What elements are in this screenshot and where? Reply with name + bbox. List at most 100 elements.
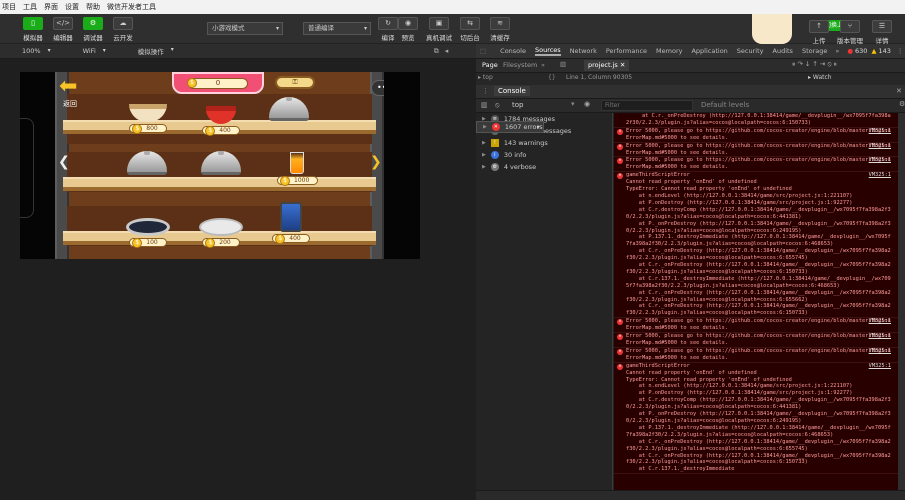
console-filter-bar: ▥ ⦸ top ▾ ◉ Filter Default levels ⚙	[476, 99, 905, 113]
console-log[interactable]: at C.r._onPreDestroy (http://127.0.0.1:3…	[614, 113, 905, 490]
simulate-op-select[interactable]: 模拟操作	[138, 46, 176, 56]
version-button[interactable]: ⑂ 版本管理	[835, 20, 865, 45]
compile-select[interactable]: 普通编译	[303, 22, 371, 35]
log-entry[interactable]: ✕ VM325:1 Error 5000, please go to https:/…	[614, 348, 905, 363]
preview-button[interactable]: ◉ 预览	[393, 17, 423, 42]
sidebar-errors[interactable]: ▶ ✕ 1607 errors	[476, 121, 544, 133]
log-source-link[interactable]: VM325:1	[869, 143, 891, 150]
details-button[interactable]: ☰ 详情	[867, 20, 897, 45]
editor-button[interactable]: </> 编辑器	[48, 17, 78, 42]
tab-console[interactable]: Console	[500, 47, 526, 55]
back-arrow-icon[interactable]: ⬅	[59, 76, 89, 98]
kebab-icon[interactable]: ⋮	[897, 47, 904, 55]
price-value: 800	[146, 125, 158, 132]
menu-tools[interactable]: 工具	[23, 2, 37, 12]
game-canvas[interactable]: ⬅ 返回 $0 ⚿ ••• ◎ ❮ ❯ $800 $400 $1000 $100…	[55, 72, 384, 259]
menu-project[interactable]: 项目	[2, 2, 16, 12]
tab-network[interactable]: Network	[570, 47, 597, 55]
tab-performance[interactable]: Performance	[606, 47, 647, 55]
sidebar-warnings[interactable]: ▶! 143 warnings	[476, 137, 612, 149]
more-icon[interactable]: •••	[377, 83, 384, 92]
avatar[interactable]	[752, 14, 792, 44]
log-source-link[interactable]: VM325:1	[869, 128, 891, 135]
zoom-select[interactable]: 100%	[22, 47, 53, 55]
shop-item-soup[interactable]: $800	[126, 104, 170, 134]
log-entry[interactable]: ✕ VM325:1 Error 5000, please go to https:/…	[614, 128, 905, 143]
clear-console-icon[interactable]: ⦸	[495, 101, 500, 110]
real-debug-button[interactable]: ▣ 真机调试	[424, 17, 454, 42]
filter-input[interactable]: Filter	[601, 100, 693, 111]
back-label[interactable]: 返回	[63, 99, 77, 109]
log-entry[interactable]: ✕ VM325:1 Error 5000, please go to https:/…	[614, 143, 905, 158]
tab-audits[interactable]: Audits	[773, 47, 793, 55]
tab-storage[interactable]: Storage	[802, 47, 827, 55]
shop-item-machine[interactable]: $400	[269, 202, 313, 244]
log-source-link[interactable]: VM325:1	[869, 348, 891, 355]
console-drawer-tab[interactable]: Console	[494, 86, 530, 96]
tab-application[interactable]: Application	[691, 47, 727, 55]
log-entry[interactable]: ✕ VM325:1 Error 5000, please go to https:/…	[614, 333, 905, 348]
tab-sources[interactable]: Sources	[534, 46, 561, 56]
popout-icon[interactable]: ⧉	[434, 47, 439, 56]
mode-select[interactable]: 小游戏模式	[207, 22, 283, 35]
log-entry[interactable]: ✕ VM325:1 gameThirdScriptError Cannot read…	[614, 172, 905, 319]
menu-interface[interactable]: 界面	[44, 2, 58, 12]
next-arrow-icon[interactable]: ❯	[370, 154, 382, 170]
clear-cache-button[interactable]: ≋ 清缓存	[485, 17, 515, 42]
log-source-link[interactable]: VM325:1	[869, 157, 891, 164]
shop-item-locked-1[interactable]	[267, 97, 311, 121]
more-nav-icon[interactable]: »	[541, 61, 545, 69]
page-tab[interactable]: Page	[482, 61, 498, 69]
more-tabs-icon[interactable]: »	[835, 47, 839, 55]
close-drawer-icon[interactable]: ✕	[896, 87, 902, 95]
prev-arrow-icon[interactable]: ❮	[58, 154, 70, 170]
tab-memory[interactable]: Memory	[656, 47, 682, 55]
capsule-menu[interactable]: ••• ◎	[371, 80, 384, 96]
shop-item-locked-2[interactable]	[125, 151, 169, 175]
cloud-button[interactable]: ☁ 云开发	[108, 17, 138, 42]
volume-icon[interactable]: ◂	[445, 47, 449, 55]
network-select[interactable]: WiFi	[83, 47, 108, 55]
filesystem-tab[interactable]: Filesystem	[503, 61, 537, 69]
inspect-icon[interactable]: ⬚	[480, 47, 486, 55]
file-tab-label: project.js	[588, 61, 618, 69]
settings-gear-icon[interactable]: ⚙	[899, 100, 905, 108]
context-dropdown-icon[interactable]: ▾	[571, 100, 575, 108]
debugger-button[interactable]: ⚙ 调试器	[78, 17, 108, 42]
log-entry[interactable]: ✕ VM325:1 gameThirdScriptError Cannot read…	[614, 363, 905, 475]
tree-node-top[interactable]: ▸ top	[478, 74, 493, 81]
context-select[interactable]: top	[512, 101, 523, 109]
sidebar-toggle-icon[interactable]: ▥	[481, 101, 488, 109]
shop-item-sauce[interactable]: $400	[201, 106, 241, 136]
menu-settings[interactable]: 设置	[65, 2, 79, 12]
toggle-navigator-icon[interactable]: ▥	[560, 60, 566, 68]
debugger-controls[interactable]: ⏸ ↷ ↓ ↑ ⇥ ⦸ ⏸	[792, 60, 837, 69]
log-text: gameThirdScriptError Cannot read propert…	[626, 362, 891, 473]
log-source-link[interactable]: VM325:1	[869, 318, 891, 325]
sidebar-verbose[interactable]: ▶ ⚙ 4 verbose	[476, 161, 612, 173]
log-source-link[interactable]: VM325:1	[869, 172, 891, 179]
shop-item-dark-plate[interactable]: $100	[123, 218, 173, 248]
sidebar-info[interactable]: ▶ i 30 info	[476, 149, 612, 161]
levels-select[interactable]: Default levels	[701, 101, 749, 109]
juicer-machine-icon	[280, 202, 302, 232]
drawer-menu-icon[interactable]: ⋮	[482, 87, 489, 95]
log-entry[interactable]: at C.r._onPreDestroy (http://127.0.0.1:3…	[614, 113, 905, 128]
file-tab-project[interactable]: project.js ✕	[584, 60, 630, 71]
log-text: Error 5000, please go to https://github.…	[626, 333, 891, 346]
console-scrollbar[interactable]	[898, 113, 905, 490]
shop-item-locked-3[interactable]	[199, 151, 243, 175]
shop-item-white-plate[interactable]: $200	[196, 218, 246, 248]
tab-security[interactable]: Security	[737, 47, 764, 55]
simulator-button[interactable]: ▯ 模拟器	[18, 17, 48, 42]
eye-icon[interactable]: ◉	[584, 100, 590, 108]
upload-button[interactable]: ↑ 上传	[804, 20, 834, 45]
background-button[interactable]: ⇆ 切后台	[455, 17, 485, 42]
menu-help[interactable]: 帮助	[86, 2, 100, 12]
shop-item-juice[interactable]: $1000	[277, 152, 319, 186]
watch-panel-label[interactable]: ▸ Watch	[808, 74, 832, 81]
log-entry[interactable]: ✕ VM325:1 Error 5000, please go to https:/…	[614, 318, 905, 334]
log-source-link[interactable]: VM325:1	[869, 333, 891, 340]
log-source-link[interactable]: VM325:1	[869, 363, 891, 370]
log-entry[interactable]: ✕ VM325:1 Error 5000, please go to https:/…	[614, 157, 905, 173]
